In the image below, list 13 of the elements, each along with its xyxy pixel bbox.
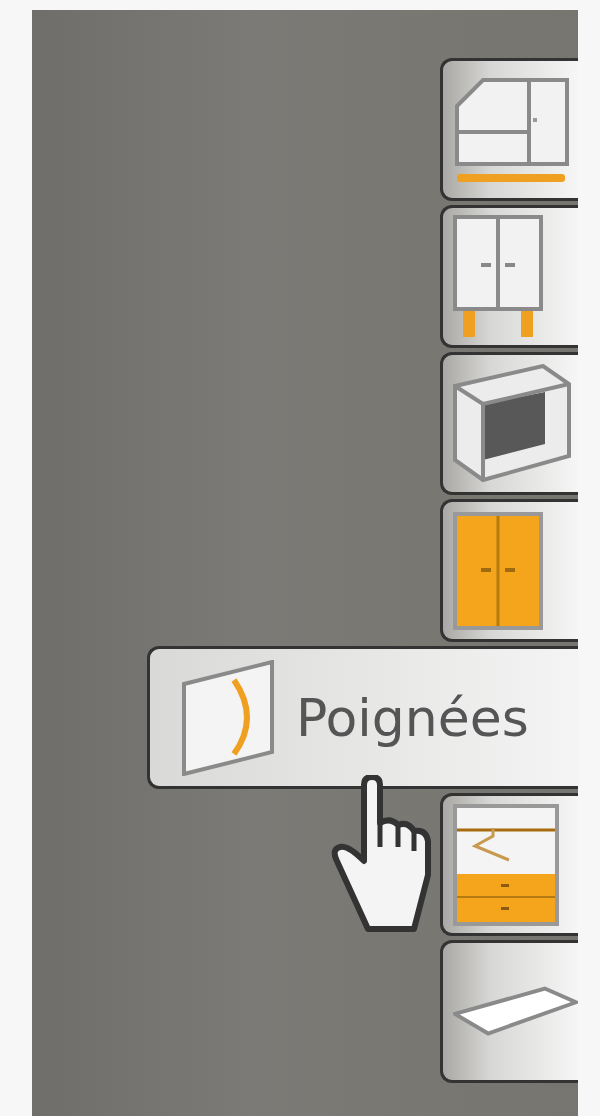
category-tab[interactable]: Poignées — [147, 646, 578, 789]
category-tab[interactable] — [440, 940, 578, 1083]
category-tab[interactable] — [440, 205, 578, 348]
handle-icon — [182, 659, 274, 776]
box-icon — [453, 363, 571, 484]
category-tab[interactable] — [440, 58, 578, 201]
doors-icon — [453, 511, 543, 630]
category-tab[interactable] — [440, 352, 578, 495]
tab-label: Poignées — [296, 687, 529, 748]
wardrobe-icon — [453, 803, 559, 926]
category-tab[interactable] — [440, 793, 578, 936]
cabinet-icon — [453, 214, 543, 339]
category-tab[interactable] — [440, 499, 578, 642]
